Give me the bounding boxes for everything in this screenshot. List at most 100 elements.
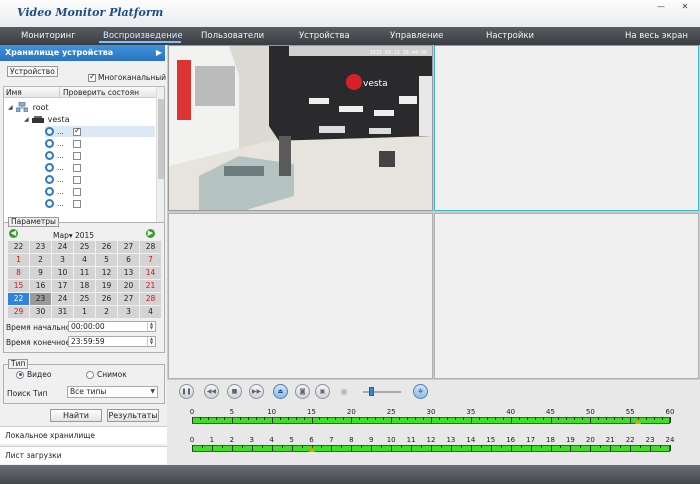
calendar-day[interactable]: 11 [74,267,95,279]
collapse-icon[interactable]: ◢ [24,116,29,123]
calendar-day[interactable]: 25 [74,241,95,253]
channel-row[interactable]: ... [45,150,83,161]
menu-devices[interactable]: Устройства [299,27,350,45]
calendar-day[interactable]: 30 [30,306,51,318]
prev-month-button[interactable]: ◀ [9,229,18,238]
search-type-select[interactable]: Все типы ▼ [67,386,158,398]
channel-row[interactable]: ... [45,186,83,197]
calendar-day[interactable]: 26 [96,241,117,253]
menu-management[interactable]: Управление [390,27,443,45]
spinner-icon[interactable]: ▲ ▼ [147,322,155,331]
channel-row[interactable]: ... [45,138,83,149]
video-pane-1[interactable]: vesta 2015-03-22 16:44:06 [168,45,433,211]
column-name[interactable]: Имя [6,88,22,97]
next-month-button[interactable]: ▶ [146,229,155,238]
video-pane-4[interactable] [434,213,699,379]
channel-checkbox[interactable] [73,199,81,208]
minute-position-marker[interactable] [635,419,642,424]
channel-checkbox[interactable] [73,187,81,196]
channel-checkbox[interactable] [73,163,81,172]
calendar-day[interactable]: 19 [96,280,117,292]
calendar-day[interactable]: 22 [8,241,29,253]
calendar-month[interactable]: Мар▾ [53,231,73,240]
menu-settings[interactable]: Настройки [486,27,534,45]
calendar-day[interactable]: 21 [140,280,161,292]
calendar-day[interactable]: 26 [96,293,117,305]
minimize-button[interactable]: — [652,1,670,13]
volume-icon[interactable] [340,388,348,396]
calendar-day[interactable]: 23 [30,241,51,253]
radio-icon[interactable] [16,370,24,379]
calendar-day[interactable]: 3 [118,306,139,318]
results-button[interactable]: Результаты [107,409,159,422]
calendar-day[interactable]: 1 [74,306,95,318]
calendar-day[interactable]: 13 [118,267,139,279]
calendar-day[interactable]: 23 [30,293,51,305]
eject-button[interactable]: ⏏ [273,384,288,399]
calendar-day[interactable]: 22 [8,293,29,305]
channel-checkbox[interactable] [73,151,81,160]
end-time-input[interactable]: 23:59:59 ▲ ▼ [68,336,156,347]
video-pane-2[interactable] [434,45,699,211]
calendar-day[interactable]: 5 [96,254,117,266]
menu-fullscreen[interactable]: На весь экран [625,27,688,45]
calendar-day[interactable]: 24 [52,293,73,305]
calendar-day[interactable]: 4 [140,306,161,318]
calendar-day[interactable]: 27 [118,241,139,253]
calendar-day[interactable]: 15 [8,280,29,292]
video-pane-3[interactable] [168,213,433,379]
channel-checkbox[interactable] [73,126,81,136]
calendar-day[interactable]: 4 [74,254,95,266]
radio-icon[interactable] [86,370,94,379]
multichannel-checkbox[interactable]: Многоканальный [88,72,166,82]
calendar-day[interactable]: 6 [118,254,139,266]
menu-users[interactable]: Пользователи [201,27,264,45]
start-time-input[interactable]: 00:00:00 ▲ ▼ [68,321,156,332]
calendar-day[interactable]: 17 [52,280,73,292]
hour-position-marker[interactable] [308,447,315,452]
stop-button[interactable]: ■ [227,384,242,399]
channel-row[interactable]: ... [45,162,83,173]
calendar-year[interactable]: 2015 [75,231,94,240]
calendar-day[interactable]: 27 [118,293,139,305]
calendar-day[interactable]: 2 [30,254,51,266]
volume-slider-thumb[interactable] [368,387,374,396]
channel-checkbox[interactable] [73,139,81,148]
channel-row[interactable]: ... [45,174,83,185]
checkbox-icon[interactable] [88,72,96,82]
calendar-day[interactable]: 20 [118,280,139,292]
radio-video[interactable]: Видео [16,370,51,379]
calendar-day[interactable]: 28 [140,241,161,253]
snapshot-button[interactable]: ◙ [295,384,310,399]
settings-button[interactable]: ✲ [413,384,428,399]
tree-node-root[interactable]: ◢ root [8,102,49,112]
tab-device[interactable]: Устройство [7,66,58,77]
calendar-month-year[interactable]: Мар▾ 2015 [53,231,94,240]
save-button[interactable]: ▣ [315,384,330,399]
calendar-day[interactable]: 16 [30,280,51,292]
calendar-day[interactable]: 1 [8,254,29,266]
column-check-status[interactable]: Проверить состоян [59,87,156,98]
tree-node-device[interactable]: ◢ vesta [24,115,70,124]
rewind-button[interactable]: ◀◀ [204,384,219,399]
calendar-day[interactable]: 18 [74,280,95,292]
calendar-day[interactable]: 14 [140,267,161,279]
calendar-day[interactable]: 2 [96,306,117,318]
channel-checkbox[interactable] [73,175,81,184]
nav-local-storage[interactable]: Локальное хранилище [0,426,167,444]
calendar-day[interactable]: 10 [52,267,73,279]
calendar-day[interactable]: 12 [96,267,117,279]
storage-header[interactable]: Хранилище устройства ▶ [0,45,165,61]
close-button[interactable]: ✕ [676,1,694,13]
calendar-day[interactable]: 28 [140,293,161,305]
channel-row[interactable]: ... [45,198,83,209]
calendar-day[interactable]: 7 [140,254,161,266]
menu-monitoring[interactable]: Мониторинг [21,27,76,45]
channel-row[interactable]: ... [45,126,155,137]
fast-forward-button[interactable]: ▶▶ [249,384,264,399]
calendar-day[interactable]: 31 [52,306,73,318]
find-button[interactable]: Найти [50,409,102,422]
calendar-day[interactable]: 3 [52,254,73,266]
calendar-day[interactable]: 9 [30,267,51,279]
scroll-thumb[interactable] [158,99,164,179]
